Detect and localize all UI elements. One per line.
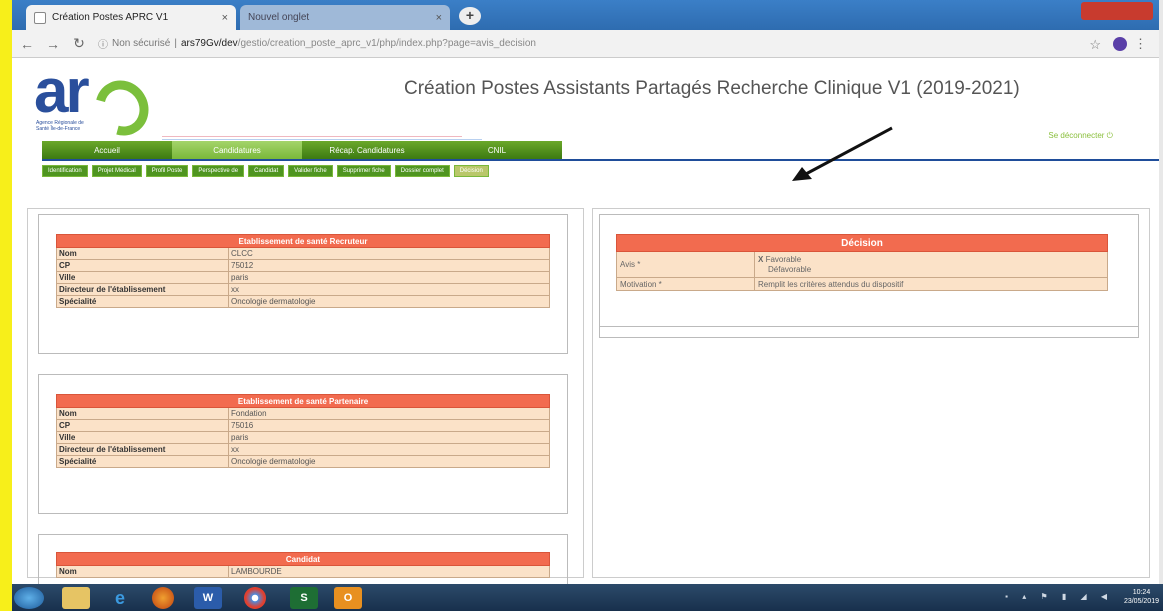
partenaire-table: Etablissement de santé Partenaire Nom Fon… bbox=[56, 394, 550, 468]
system-tray[interactable]: ▪ ▴ ⚑ ▮ ◢ ◀ bbox=[1005, 592, 1113, 601]
url-host: ars79Gv/dev bbox=[180, 38, 238, 49]
profile-avatar-icon[interactable] bbox=[1113, 37, 1127, 51]
recruteur-table: Etablissement de santé Recruteur Nom CLCC… bbox=[56, 234, 550, 308]
start-button[interactable] bbox=[14, 587, 44, 609]
annotation-arrow-icon bbox=[792, 126, 893, 181]
subnav-candidat[interactable]: Candidat bbox=[248, 165, 285, 177]
logout-link[interactable]: Se déconnecter ⏻ bbox=[1048, 131, 1113, 141]
s-app-icon[interactable]: S bbox=[290, 587, 318, 609]
decision-divider bbox=[599, 326, 1139, 327]
motivation-value: Remplit les critères attendus du disposi… bbox=[754, 277, 1108, 291]
page-favicon-icon bbox=[34, 11, 46, 24]
address-bar: ← → ↻ ⓘ Non sécurisé | ars79Gv/dev /gest… bbox=[12, 30, 1159, 58]
reload-icon[interactable]: ↻ bbox=[68, 35, 90, 52]
tab-inactive[interactable]: Nouvel onglet × bbox=[240, 5, 450, 30]
logo-subtitle: Agence Régionale de Santé Île-de-France bbox=[36, 120, 84, 132]
nav-rule bbox=[42, 159, 1159, 161]
avis-defavorable-option[interactable]: Défavorable bbox=[758, 265, 1104, 275]
forward-icon[interactable]: → bbox=[42, 36, 64, 52]
yellow-edge-marker bbox=[0, 0, 12, 611]
tab-active[interactable]: Création Postes APRC V1 × bbox=[26, 5, 236, 30]
url-field[interactable]: ⓘ Non sécurisé | ars79Gv/dev /gestio/cre… bbox=[98, 36, 536, 51]
subnav-valider-fiche[interactable]: Valider fiche bbox=[288, 165, 333, 177]
partenaire-title: Etablissement de santé Partenaire bbox=[56, 394, 550, 408]
firefox-icon[interactable] bbox=[152, 587, 174, 609]
tab-title: Nouvel onglet bbox=[248, 12, 310, 23]
subnav-supprimer-fiche[interactable]: Supprimer fiche bbox=[336, 165, 391, 177]
candidat-table: Candidat Nom LAMBOURDE bbox=[56, 552, 550, 578]
table-row: CP 75012 bbox=[56, 259, 550, 272]
tab-close-icon[interactable]: × bbox=[436, 12, 442, 24]
avis-label: Avis * bbox=[616, 251, 755, 278]
table-row: Directeur de l'établissement xx bbox=[56, 443, 550, 456]
url-path: /gestio/creation_poste_aprc_v1/php/index… bbox=[237, 38, 536, 49]
chrome-icon[interactable] bbox=[244, 587, 266, 609]
word-icon[interactable]: W bbox=[194, 587, 222, 609]
avis-favorable-option[interactable]: X Favorable bbox=[758, 255, 1104, 265]
clock[interactable]: 10:24 23/05/2019 bbox=[1124, 588, 1159, 606]
subnav-perspective[interactable]: Perspective de bbox=[192, 165, 245, 177]
decision-title: Décision bbox=[616, 234, 1108, 252]
nav-recap-candidatures[interactable]: Récap. Candidatures bbox=[302, 141, 432, 159]
web-page: ar Agence Régionale de Santé Île-de-Fran… bbox=[12, 58, 1159, 584]
browser-tabstrip: Création Postes APRC V1 × Nouvel onglet … bbox=[12, 0, 1159, 30]
explorer-icon[interactable] bbox=[62, 587, 90, 609]
decision-table: Décision Avis * X Favorable Défavorable … bbox=[616, 234, 1108, 291]
table-row: Ville paris bbox=[56, 431, 550, 444]
ie-icon[interactable]: e bbox=[106, 587, 134, 609]
subnav-profil-poste[interactable]: Profil Poste bbox=[145, 165, 189, 177]
table-row: Nom CLCC bbox=[56, 247, 550, 260]
main-nav: Accueil Candidatures Récap. Candidatures… bbox=[42, 141, 562, 159]
info-icon[interactable]: ⓘ bbox=[98, 36, 108, 51]
subnav-identification[interactable]: Identification bbox=[42, 165, 88, 177]
bookmark-star-icon[interactable]: ☆ bbox=[1089, 37, 1101, 53]
nav-cnil[interactable]: CNIL bbox=[432, 141, 562, 159]
page-title: Création Postes Assistants Partagés Rech… bbox=[404, 78, 1020, 99]
avis-options: X Favorable Défavorable bbox=[754, 251, 1108, 278]
table-row: Nom LAMBOURDE bbox=[56, 565, 550, 578]
subnav-projet-medical[interactable]: Projet Médical bbox=[91, 165, 142, 177]
new-tab-button[interactable]: + bbox=[459, 7, 481, 25]
table-row: Nom Fondation bbox=[56, 407, 550, 420]
subnav-decision[interactable]: Décision bbox=[453, 165, 489, 177]
security-label: Non sécurisé bbox=[112, 38, 171, 49]
motivation-label: Motivation * bbox=[616, 277, 755, 291]
back-icon[interactable]: ← bbox=[16, 36, 38, 52]
taskbar: e W S O ▪ ▴ ⚑ ▮ ◢ ◀ 10:24 23/05/2019 bbox=[0, 584, 1163, 611]
table-row: Directeur de l'établissement xx bbox=[56, 283, 550, 296]
table-row: Spécialité Oncologie dermatologie bbox=[56, 295, 550, 308]
scrollbar[interactable] bbox=[1159, 0, 1163, 611]
tab-close-icon[interactable]: × bbox=[222, 12, 228, 24]
nav-candidatures[interactable]: Candidatures bbox=[172, 141, 302, 159]
menu-icon[interactable]: ⋮ bbox=[1134, 36, 1147, 52]
table-row: Ville paris bbox=[56, 271, 550, 284]
avis-selected-mark: X bbox=[758, 254, 764, 264]
subnav-dossier-complet[interactable]: Dossier complet bbox=[394, 165, 450, 177]
candidat-title: Candidat bbox=[56, 552, 550, 566]
window-controls[interactable] bbox=[1081, 2, 1153, 20]
ars-logo: ar Agence Régionale de Santé Île-de-Fran… bbox=[34, 58, 159, 146]
tab-title: Création Postes APRC V1 bbox=[52, 12, 169, 23]
table-row: CP 75016 bbox=[56, 419, 550, 432]
recruteur-title: Etablissement de santé Recruteur bbox=[56, 234, 550, 248]
outlook-icon[interactable]: O bbox=[334, 587, 362, 609]
nav-accueil[interactable]: Accueil bbox=[42, 141, 172, 159]
sub-nav: Identification Projet Médical Profil Pos… bbox=[42, 165, 489, 177]
table-row: Spécialité Oncologie dermatologie bbox=[56, 455, 550, 468]
